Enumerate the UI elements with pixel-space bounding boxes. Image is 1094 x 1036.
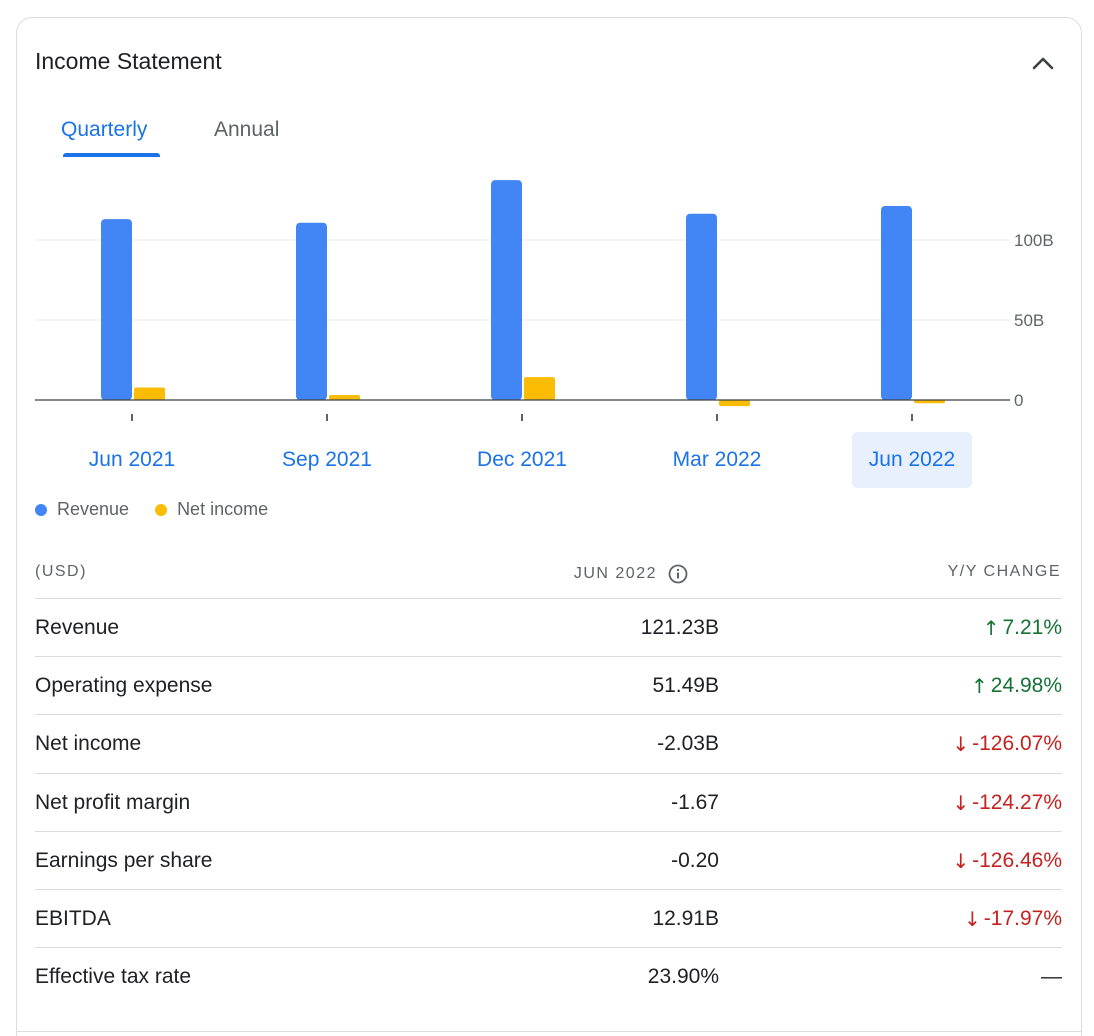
row-value: 23.90%: [647, 965, 719, 989]
row-change: ↓ -17.97%: [964, 907, 1062, 931]
active-tab-indicator: [63, 153, 160, 157]
table-row: Operating expense 51.49B ↑ 24.98%: [35, 656, 1062, 714]
row-label: Net income: [35, 732, 142, 756]
row-change: ↑ 7.21%: [983, 616, 1062, 640]
row-change: ↓ -124.27%: [952, 791, 1062, 815]
row-value: 121.23B: [640, 616, 719, 639]
legend-dot-revenue: [35, 503, 47, 516]
table-row: Net profit margin -1.67 ↓ -124.27%: [35, 772, 1062, 831]
header-currency: (USD): [35, 563, 87, 580]
row-change-value: -124.27%: [972, 790, 1062, 814]
header-period: JUN 2022: [574, 563, 689, 585]
legend-dot-net-income: [155, 503, 168, 516]
legend-item-net-income: Net income: [155, 499, 268, 520]
row-change-value: -126.46%: [972, 848, 1062, 872]
table-row: Earnings per share -0.20 ↓ -126.46%: [35, 830, 1062, 889]
row-value: -2.03B: [657, 732, 719, 756]
tab-quarterly[interactable]: Quarterly: [61, 118, 147, 142]
card-title: Income Statement: [35, 48, 222, 74]
table-row: EBITDA 12.91B ↓ -17.97%: [35, 889, 1062, 947]
row-label: Effective tax rate: [35, 965, 192, 989]
x-category-dec-2021[interactable]: Dec 2021: [462, 432, 582, 488]
x-category-jun-2021[interactable]: Jun 2021: [72, 432, 192, 488]
header-yoy-change: Y/Y CHANGE: [947, 563, 1061, 580]
row-change: ↓ -126.46%: [952, 849, 1062, 873]
row-label: Earnings per share: [35, 848, 213, 872]
arrow-up-icon: ↑: [982, 616, 1000, 640]
arrow-down-icon: ↓: [952, 848, 970, 873]
x-category-mar-2022[interactable]: Mar 2022: [657, 432, 777, 488]
tab-annual[interactable]: Annual: [214, 118, 279, 142]
arrow-down-icon: ↓: [964, 907, 981, 931]
bar-revenue: [881, 206, 912, 400]
table-row: Revenue 121.23B ↑ 7.21%: [35, 598, 1062, 656]
collapse-button[interactable]: [1024, 44, 1062, 82]
info-icon[interactable]: [667, 563, 689, 585]
bar-net-income: [524, 377, 555, 400]
row-label: Net profit margin: [35, 790, 191, 814]
bar-revenue: [491, 180, 522, 400]
row-label: EBITDA: [35, 907, 111, 930]
row-change-value: —: [1041, 965, 1062, 989]
legend-label-revenue: Revenue: [57, 499, 130, 519]
bar-net-income: [329, 394, 360, 400]
arrow-down-icon: ↓: [952, 732, 970, 757]
header-period-label: JUN 2022: [573, 565, 657, 582]
row-value: 12.91B: [652, 907, 719, 930]
y-tick-label: 100B: [1014, 231, 1054, 250]
legend-label-net-income: Net income: [177, 499, 269, 519]
row-change-value: -126.07%: [972, 732, 1062, 756]
row-change: ↑ 24.98%: [971, 674, 1062, 698]
arrow-down-icon: ↓: [952, 790, 970, 815]
bar-revenue: [101, 219, 132, 400]
x-category-jun-2022[interactable]: Jun 2022: [852, 432, 972, 488]
row-change-value: -17.97%: [983, 907, 1062, 930]
arrow-up-icon: ↑: [971, 674, 988, 699]
legend-item-revenue: Revenue: [35, 499, 129, 520]
row-change-value: 7.21%: [1002, 616, 1062, 639]
row-change: ↓ -126.07%: [952, 732, 1062, 756]
y-tick-label: 0: [1014, 391, 1023, 410]
row-value: -1.67: [671, 790, 719, 814]
bar-revenue: [296, 222, 327, 400]
row-value: -0.20: [671, 848, 719, 872]
card-divider: [16, 1031, 1082, 1032]
x-category-sep-2021[interactable]: Sep 2021: [267, 432, 387, 488]
income-chart: 100B 50B 0: [35, 180, 1054, 421]
chart-legend: Revenue Net income: [35, 499, 268, 520]
row-label: Revenue: [35, 616, 120, 639]
row-change-value: 24.98%: [990, 674, 1062, 698]
row-change: —: [1041, 965, 1062, 989]
row-value: 51.49B: [652, 674, 719, 698]
y-tick-label: 50B: [1014, 311, 1044, 330]
row-label: Operating expense: [35, 674, 213, 698]
table-row: Effective tax rate 23.90% —: [35, 947, 1062, 1005]
bar-net-income: [134, 387, 165, 400]
bar-net-income: [719, 400, 750, 407]
bar-revenue: [686, 213, 717, 400]
table-row: Net income -2.03B ↓ -126.07%: [35, 714, 1062, 772]
chevron-up-icon: [1032, 57, 1054, 70]
